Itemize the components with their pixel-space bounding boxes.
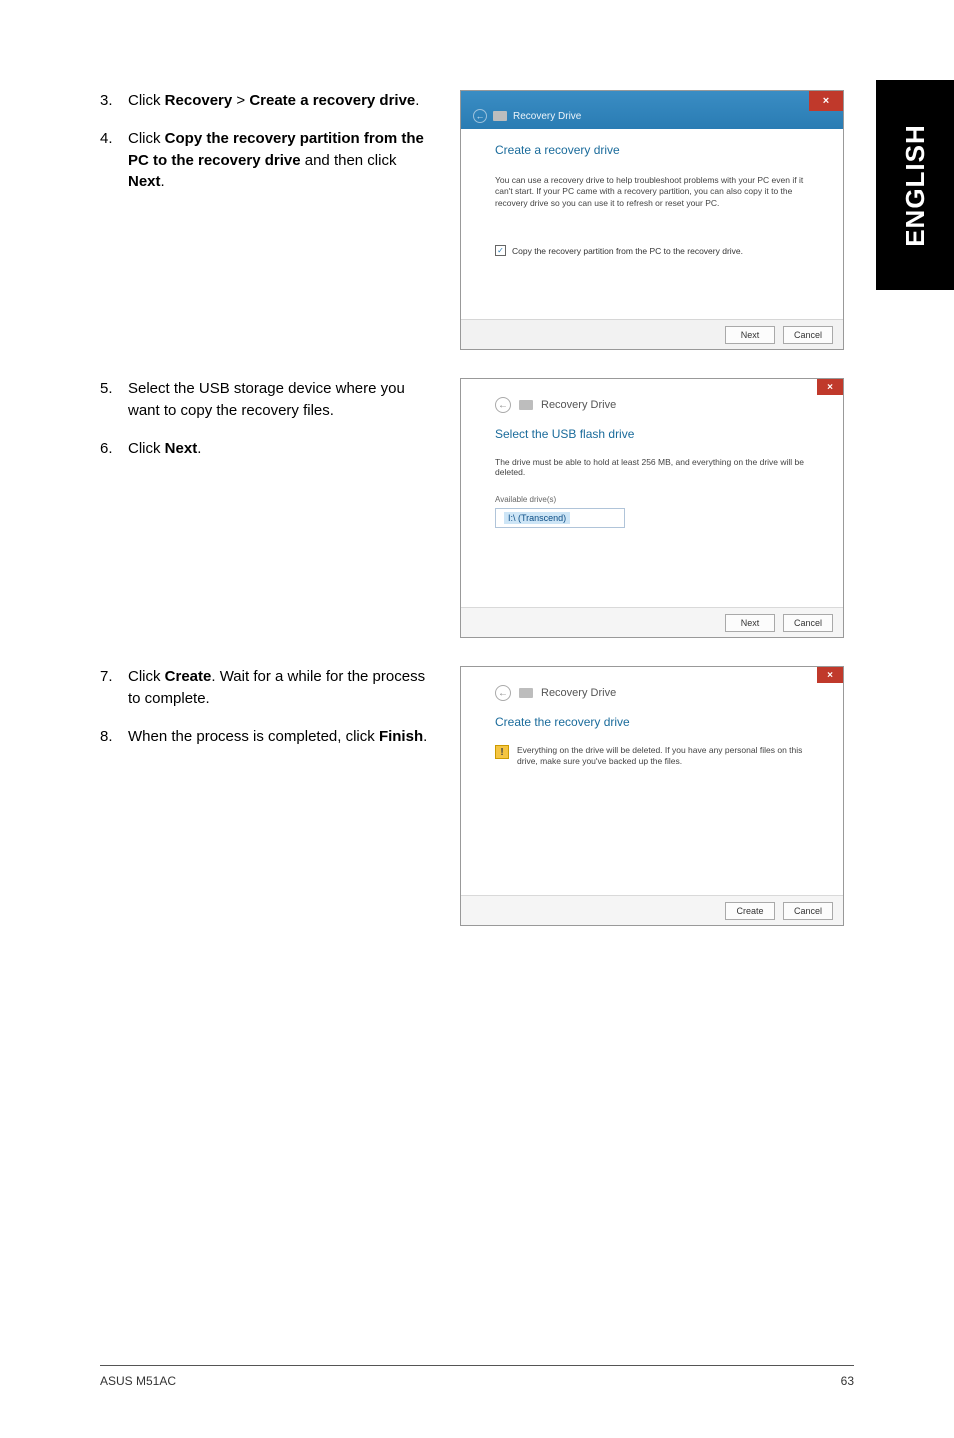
- side-language-tab: ENGLISH: [876, 80, 954, 290]
- instruction-steps-2: 5. Select the USB storage device where y…: [100, 378, 460, 638]
- step-body: Click Next.: [128, 438, 436, 460]
- close-icon[interactable]: ×: [817, 667, 843, 683]
- step-4: 4. Click Copy the recovery partition fro…: [100, 128, 436, 193]
- warning-row: ! Everything on the drive will be delete…: [495, 745, 809, 767]
- bold: Create: [165, 668, 212, 685]
- screenshot-2-container: × ← Recovery Drive Select the USB flash …: [460, 378, 844, 638]
- step-number: 3.: [100, 90, 128, 112]
- page-footer: ASUS M51AC 63: [100, 1365, 854, 1388]
- text: Click: [128, 668, 165, 685]
- wizard-footer: Next Cancel: [461, 319, 843, 349]
- back-icon[interactable]: ←: [473, 109, 487, 123]
- step-number: 6.: [100, 438, 128, 460]
- wizard-body: ← Recovery Drive Select the USB flash dr…: [461, 379, 843, 528]
- checkbox-icon: ✓: [495, 245, 506, 256]
- close-icon[interactable]: ×: [809, 91, 843, 111]
- usb-drive-icon: [493, 111, 507, 121]
- wizard-heading: Create a recovery drive: [495, 143, 809, 157]
- create-button[interactable]: Create: [725, 902, 775, 920]
- recovery-wizard-screenshot-1: × ← Recovery Drive Create a recovery dri…: [460, 90, 844, 350]
- text: .: [161, 173, 165, 190]
- wizard-heading: Create the recovery drive: [495, 715, 809, 729]
- bold: Next: [128, 173, 161, 190]
- instruction-steps-3: 7. Click Create. Wait for a while for th…: [100, 666, 460, 926]
- step-5: 5. Select the USB storage device where y…: [100, 378, 436, 422]
- recovery-wizard-screenshot-2: × ← Recovery Drive Select the USB flash …: [460, 378, 844, 638]
- wizard-titlebar: ← Recovery Drive: [495, 685, 809, 701]
- wizard-footer: Next Cancel: [461, 607, 843, 637]
- step-8: 8. When the process is completed, click …: [100, 726, 436, 748]
- text: >: [232, 92, 249, 109]
- bold: Recovery: [165, 92, 233, 109]
- next-button[interactable]: Next: [725, 326, 775, 344]
- recovery-wizard-screenshot-3: × ← Recovery Drive Create the recovery d…: [460, 666, 844, 926]
- step-body: Click Copy the recovery partition from t…: [128, 128, 436, 193]
- wizard-body: ← Recovery Drive Create the recovery dri…: [461, 667, 843, 767]
- step-7: 7. Click Create. Wait for a while for th…: [100, 666, 436, 710]
- step-number: 8.: [100, 726, 128, 748]
- side-language-label: ENGLISH: [900, 124, 931, 247]
- usb-drive-icon: [519, 400, 533, 410]
- wizard-footer: Create Cancel: [461, 895, 843, 925]
- bold: Create a recovery drive: [249, 92, 415, 109]
- warning-text: Everything on the drive will be deleted.…: [517, 745, 809, 767]
- bold: Finish: [379, 728, 423, 745]
- step-number: 7.: [100, 666, 128, 710]
- cancel-button[interactable]: Cancel: [783, 326, 833, 344]
- screenshot-3-container: × ← Recovery Drive Create the recovery d…: [460, 666, 844, 926]
- drive-listbox[interactable]: I:\ (Transcend): [495, 508, 625, 528]
- page-content: 3. Click Recovery > Create a recovery dr…: [100, 90, 844, 954]
- text: .: [415, 92, 419, 109]
- wizard-title-text: Recovery Drive: [541, 399, 616, 411]
- wizard-body: Create a recovery drive You can use a re…: [461, 129, 843, 256]
- wizard-titlebar: ← Recovery Drive: [495, 397, 809, 413]
- text: .: [197, 440, 201, 457]
- checkbox-label: Copy the recovery partition from the PC …: [512, 246, 743, 256]
- text: .: [423, 728, 427, 745]
- wizard-description: The drive must be able to hold at least …: [495, 457, 809, 477]
- drive-option-selected[interactable]: I:\ (Transcend): [504, 512, 570, 524]
- warning-icon: !: [495, 745, 509, 759]
- wizard-title-text: Recovery Drive: [541, 687, 616, 699]
- wizard-breadcrumb: ← Recovery Drive: [473, 109, 581, 123]
- step-body: Click Recovery > Create a recovery drive…: [128, 90, 436, 112]
- wizard-titlebar: × ← Recovery Drive: [461, 91, 843, 129]
- block-3: 7. Click Create. Wait for a while for th…: [100, 666, 844, 926]
- footer-model: ASUS M51AC: [100, 1374, 176, 1388]
- next-button[interactable]: Next: [725, 614, 775, 632]
- available-drives-label: Available drive(s): [495, 495, 809, 504]
- footer-page-number: 63: [841, 1374, 854, 1388]
- step-body: When the process is completed, click Fin…: [128, 726, 436, 748]
- text: Click: [128, 440, 165, 457]
- step-body: Click Create. Wait for a while for the p…: [128, 666, 436, 710]
- step-number: 5.: [100, 378, 128, 422]
- block-1: 3. Click Recovery > Create a recovery dr…: [100, 90, 844, 350]
- copy-partition-checkbox[interactable]: ✓ Copy the recovery partition from the P…: [495, 245, 809, 256]
- step-6: 6. Click Next.: [100, 438, 436, 460]
- step-body: Select the USB storage device where you …: [128, 378, 436, 422]
- instruction-steps-1: 3. Click Recovery > Create a recovery dr…: [100, 90, 460, 350]
- bold: Next: [165, 440, 198, 457]
- breadcrumb-text: Recovery Drive: [513, 111, 581, 122]
- back-icon[interactable]: ←: [495, 685, 511, 701]
- text: When the process is completed, click: [128, 728, 379, 745]
- block-2: 5. Select the USB storage device where y…: [100, 378, 844, 638]
- screenshot-1-container: × ← Recovery Drive Create a recovery dri…: [460, 90, 844, 350]
- text: Click: [128, 92, 165, 109]
- text: and then click: [301, 152, 397, 169]
- wizard-description: You can use a recovery drive to help tro…: [495, 175, 809, 209]
- step-number: 4.: [100, 128, 128, 193]
- usb-drive-icon: [519, 688, 533, 698]
- cancel-button[interactable]: Cancel: [783, 902, 833, 920]
- step-3: 3. Click Recovery > Create a recovery dr…: [100, 90, 436, 112]
- close-icon[interactable]: ×: [817, 379, 843, 395]
- cancel-button[interactable]: Cancel: [783, 614, 833, 632]
- back-icon[interactable]: ←: [495, 397, 511, 413]
- text: Click: [128, 130, 165, 147]
- wizard-heading: Select the USB flash drive: [495, 427, 809, 441]
